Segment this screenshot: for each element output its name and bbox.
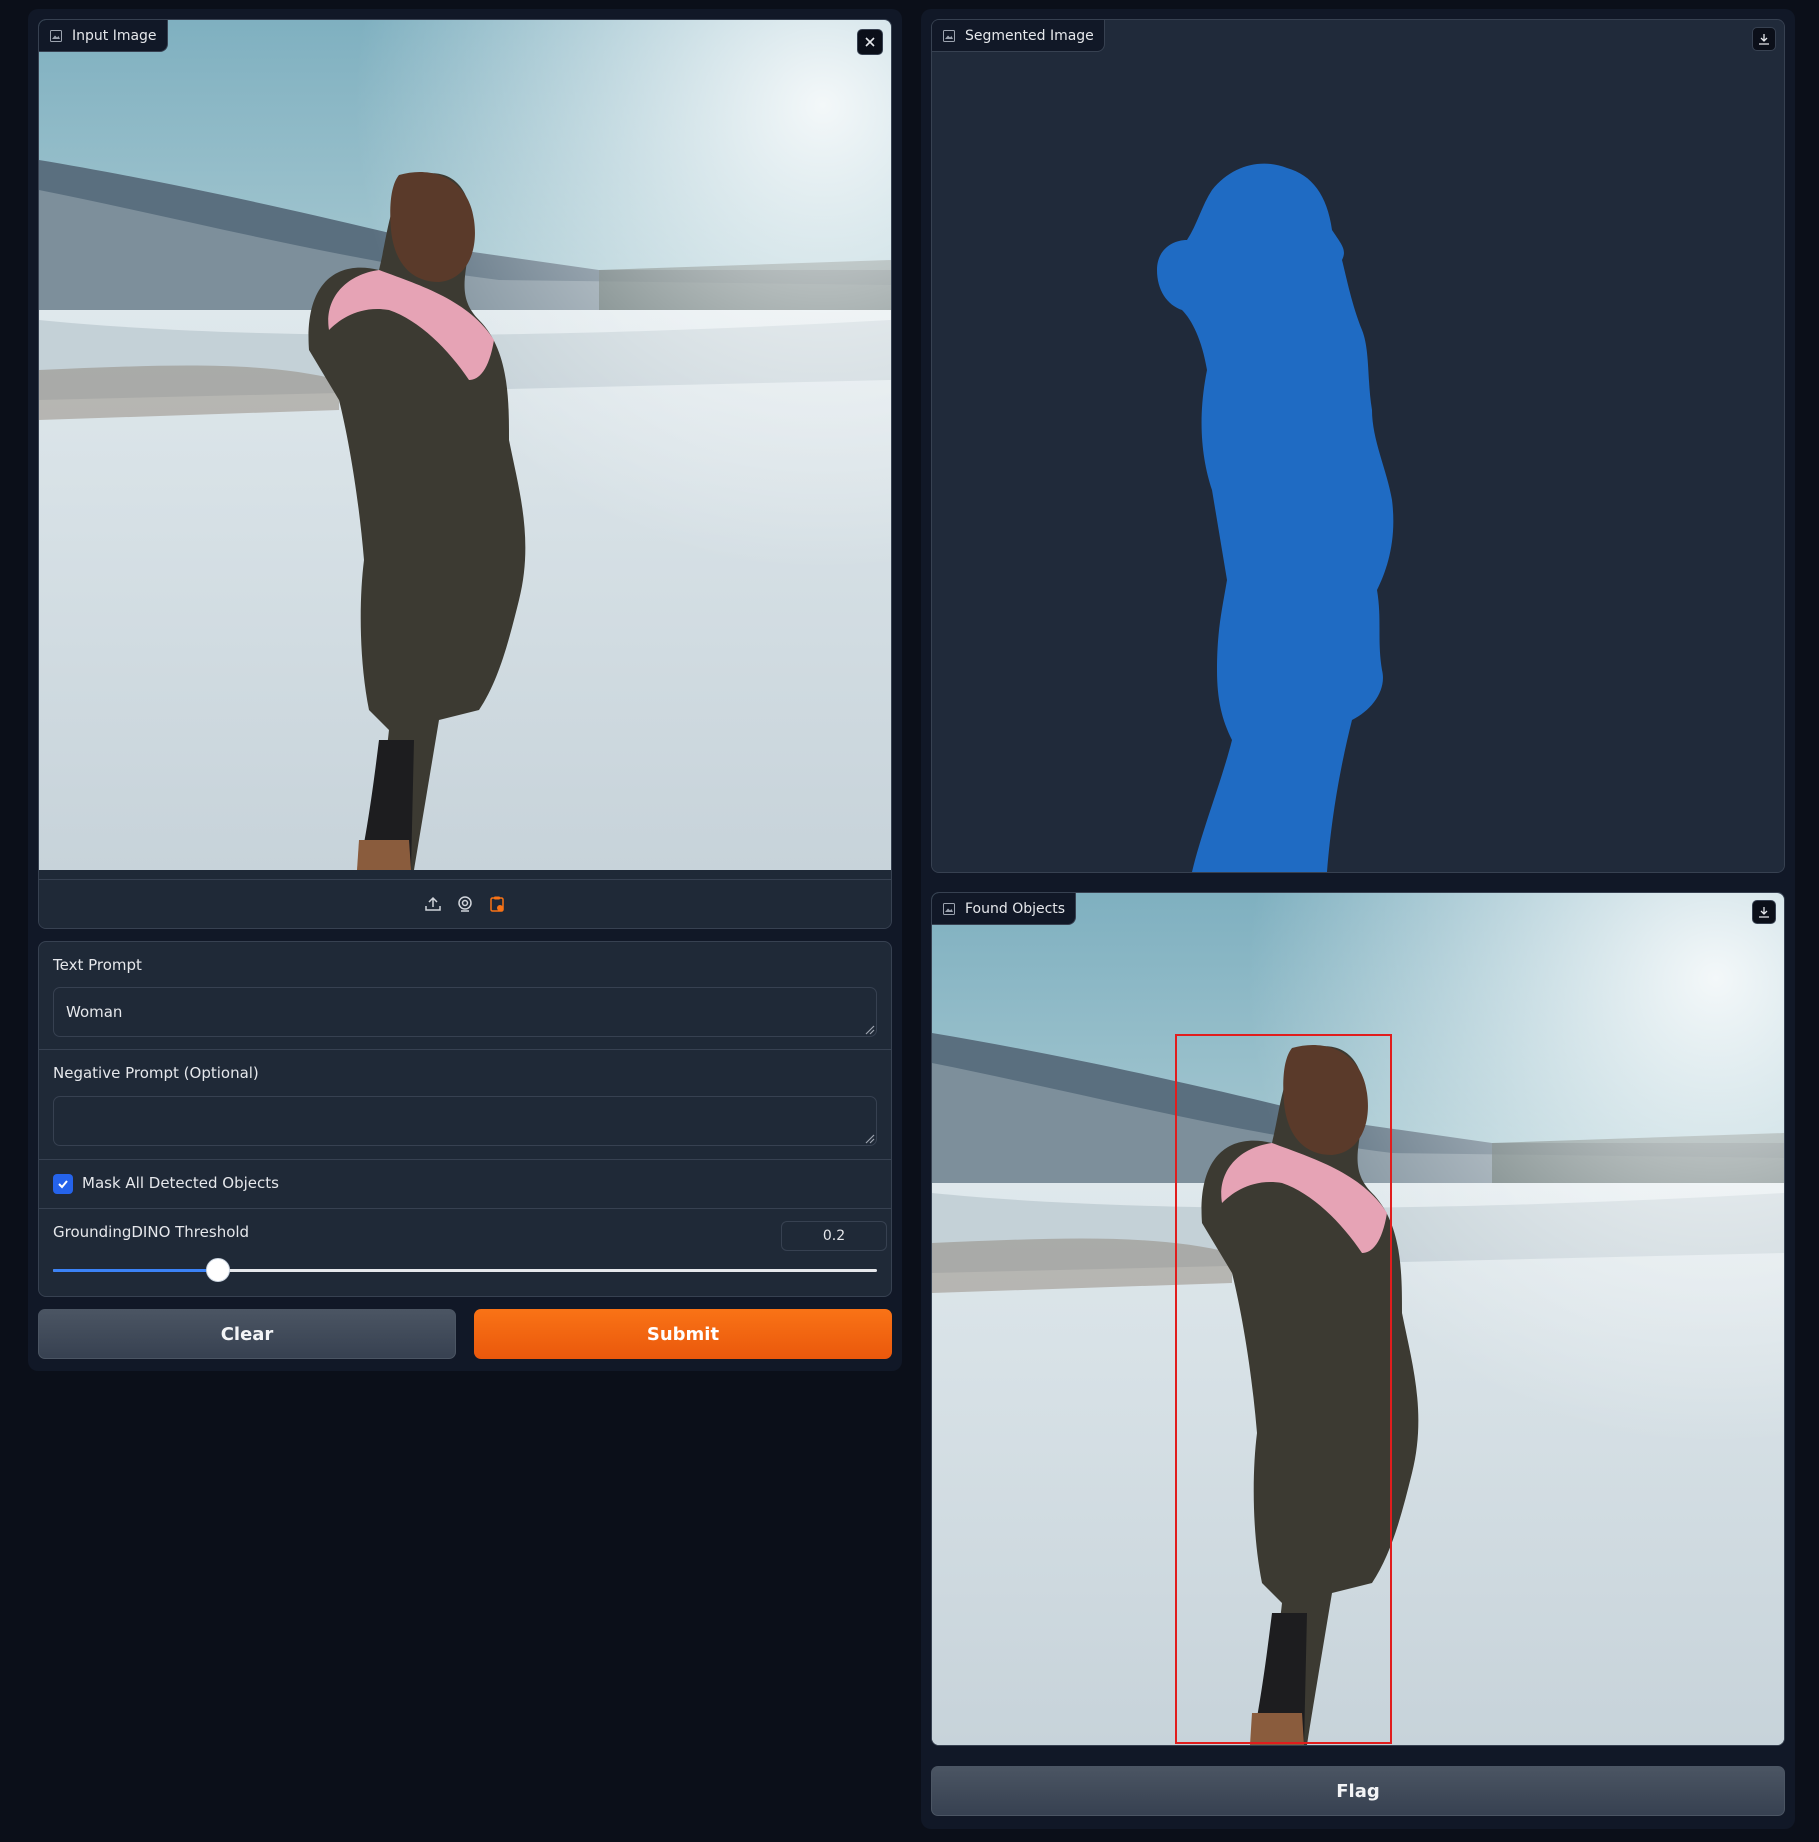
parameters-form: Text Prompt Woman Negative Prompt (Optio… xyxy=(38,941,892,1297)
upload-icon[interactable] xyxy=(424,895,442,913)
segmented-image-label: Segmented Image xyxy=(932,20,1105,52)
negative-prompt-label: Negative Prompt (Optional) xyxy=(53,1064,259,1082)
submit-button[interactable]: Submit xyxy=(474,1309,892,1359)
input-image-block: Input Image xyxy=(38,19,892,929)
input-panel: Input Image Text Prompt Woman Negative P… xyxy=(28,9,902,1371)
segmented-image-block: Segmented Image xyxy=(931,19,1785,873)
image-source-toolbar xyxy=(39,879,891,928)
segmented-image-label-text: Segmented Image xyxy=(965,27,1094,44)
checkmark-icon xyxy=(58,1180,68,1189)
found-objects-label: Found Objects xyxy=(932,893,1077,925)
threshold-label: GroundingDINO Threshold xyxy=(53,1223,250,1241)
found-objects-download-button[interactable] xyxy=(1752,900,1776,924)
close-icon xyxy=(864,36,876,48)
threshold-number-input[interactable]: 0.2 xyxy=(781,1221,887,1251)
clear-button[interactable]: Clear xyxy=(38,1309,456,1359)
found-objects-label-text: Found Objects xyxy=(965,900,1066,917)
input-image-label: Input Image xyxy=(39,20,168,52)
threshold-slider[interactable] xyxy=(53,1258,877,1282)
threshold-slider-fill xyxy=(53,1269,218,1272)
input-image-label-text: Input Image xyxy=(72,27,157,44)
webcam-icon[interactable] xyxy=(456,895,474,913)
mask-all-label: Mask All Detected Objects xyxy=(82,1174,279,1192)
threshold-row: GroundingDINO Threshold 0.2 xyxy=(39,1209,891,1296)
image-icon xyxy=(943,29,955,42)
mask-all-checkbox[interactable] xyxy=(53,1174,73,1194)
text-prompt-label: Text Prompt xyxy=(53,956,142,974)
output-panel: Segmented Image Found Objects Flag xyxy=(921,9,1795,1829)
text-prompt-input[interactable]: Woman xyxy=(53,987,877,1037)
text-prompt-row: Text Prompt Woman xyxy=(39,942,891,1050)
segmented-download-button[interactable] xyxy=(1752,27,1776,51)
flag-button[interactable]: Flag xyxy=(931,1766,1785,1816)
detection-photo xyxy=(932,893,1784,1745)
mask-all-row: Mask All Detected Objects xyxy=(39,1160,891,1209)
download-icon xyxy=(1758,33,1770,45)
text-prompt-resize-icon[interactable] xyxy=(865,1025,875,1035)
clipboard-icon[interactable] xyxy=(488,895,506,913)
threshold-slider-thumb[interactable] xyxy=(205,1258,230,1282)
image-icon xyxy=(943,902,955,915)
download-icon xyxy=(1758,906,1770,918)
negative-prompt-resize-icon[interactable] xyxy=(865,1134,875,1144)
found-objects-block: Found Objects xyxy=(931,892,1785,1746)
clear-image-button[interactable] xyxy=(857,29,883,55)
image-icon xyxy=(50,29,62,42)
segmentation-mask xyxy=(932,20,1784,872)
negative-prompt-input[interactable] xyxy=(53,1096,877,1146)
input-photo[interactable] xyxy=(39,20,891,870)
negative-prompt-row: Negative Prompt (Optional) xyxy=(39,1050,891,1160)
